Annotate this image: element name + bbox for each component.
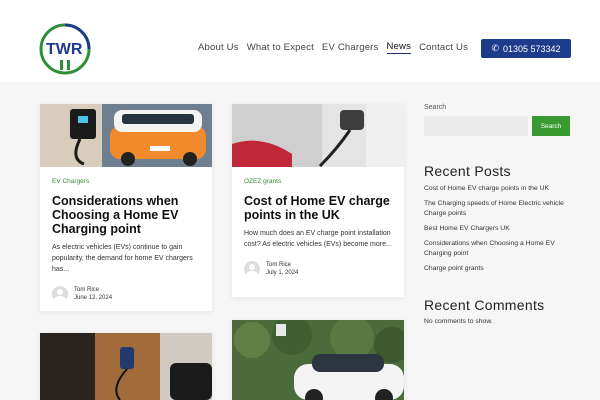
post-excerpt: As electric vehicles (EVs) continue to g… bbox=[52, 244, 193, 273]
post-card[interactable]: OZEZ grants Cost of Home EV charge point… bbox=[232, 104, 404, 297]
recent-posts-widget: Recent Posts Cost of Home EV charge poin… bbox=[424, 163, 574, 274]
post-date: July 1, 2024 bbox=[266, 270, 299, 276]
nav-what-to-expect[interactable]: What to Expect bbox=[247, 42, 314, 53]
sidebar: Search Search Recent Posts Cost of Home … bbox=[424, 104, 574, 325]
phone-icon: ✆ bbox=[491, 43, 499, 53]
search-input[interactable] bbox=[424, 116, 528, 136]
post-category[interactable]: EV Chargers bbox=[52, 178, 200, 185]
nav-contact-us[interactable]: Contact Us bbox=[419, 42, 468, 53]
post-category[interactable]: OZEZ grants bbox=[244, 178, 392, 185]
no-comments-text: No comments to show. bbox=[424, 318, 493, 325]
post-image[interactable] bbox=[40, 333, 212, 400]
site-header: TWR About Us What to Expect EV Chargers … bbox=[0, 0, 600, 82]
post-card[interactable] bbox=[40, 333, 212, 400]
recent-post-link[interactable]: Considerations when Choosing a Home EV C… bbox=[424, 239, 574, 259]
post-title[interactable]: Considerations when Choosing a Home EV C… bbox=[52, 194, 200, 236]
recent-posts-list: Cost of Home EV charge points in the UK … bbox=[424, 184, 574, 274]
author-name[interactable]: Tom Rice bbox=[74, 287, 112, 293]
avatar bbox=[52, 286, 68, 302]
post-date: June 12, 2024 bbox=[74, 295, 113, 301]
post-card[interactable] bbox=[232, 320, 404, 400]
phone-button[interactable]: ✆ 01305 573342 bbox=[481, 39, 571, 58]
logo-text: TWR bbox=[46, 41, 83, 58]
search-form: Search bbox=[424, 116, 574, 136]
recent-comments-heading: Recent Comments bbox=[424, 297, 545, 313]
author-name[interactable]: Tom Rice bbox=[266, 262, 298, 268]
post-image[interactable] bbox=[40, 104, 212, 167]
twr-logo[interactable]: TWR bbox=[38, 22, 92, 76]
recent-post-link[interactable]: Charge point grants bbox=[424, 264, 574, 274]
recent-posts-heading: Recent Posts bbox=[424, 163, 511, 179]
post-card[interactable]: EV Chargers Considerations when Choosing… bbox=[40, 104, 212, 311]
main-nav: About Us What to Expect EV Chargers News… bbox=[198, 41, 476, 54]
search-button[interactable]: Search bbox=[532, 116, 570, 136]
post-image[interactable] bbox=[232, 320, 404, 400]
avatar bbox=[244, 261, 260, 277]
nav-news[interactable]: News bbox=[386, 41, 412, 54]
nav-about-us[interactable]: About Us bbox=[198, 42, 239, 53]
post-image[interactable] bbox=[232, 104, 404, 167]
search-label: Search bbox=[424, 104, 447, 111]
recent-comments-widget: Recent Comments No comments to show. bbox=[424, 297, 544, 325]
recent-post-link[interactable]: The Charging speeds of Home Electric veh… bbox=[424, 199, 574, 219]
phone-number: 01305 573342 bbox=[502, 43, 561, 54]
recent-post-link[interactable]: Best Home EV Chargers UK bbox=[424, 224, 574, 234]
post-author: Tom Rice June 12, 2024 bbox=[52, 286, 200, 302]
nav-ev-chargers[interactable]: EV Chargers bbox=[322, 42, 379, 53]
post-excerpt: How much does an EV charge point install… bbox=[244, 230, 392, 248]
post-author: Tom Rice July 1, 2024 bbox=[244, 261, 392, 277]
recent-post-link[interactable]: Cost of Home EV charge points in the UK bbox=[424, 184, 574, 194]
post-title[interactable]: Cost of Home EV charge points in the UK bbox=[244, 194, 392, 222]
